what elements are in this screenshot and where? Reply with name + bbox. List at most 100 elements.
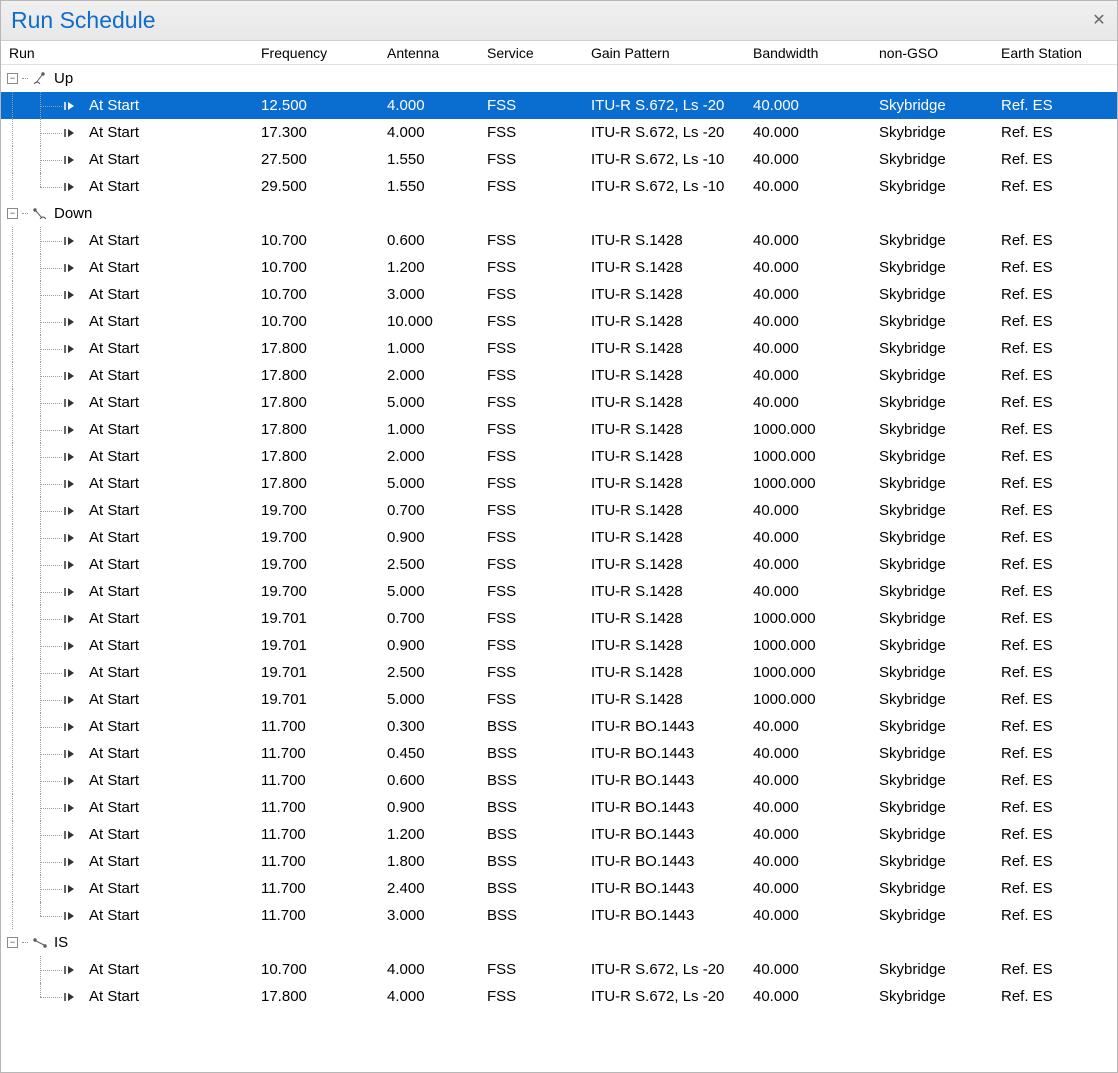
table-row[interactable]: At Start11.7000.600BSSITU-R BO.144340.00… (1, 767, 1117, 794)
cell-gain: ITU-R BO.1443 (587, 718, 749, 735)
close-icon[interactable]: ✕ (1089, 11, 1109, 31)
cell-antenna: 4.000 (383, 124, 483, 141)
cell-es: Ref. ES (997, 718, 1113, 735)
cell-gain: ITU-R BO.1443 (587, 853, 749, 870)
cell-bandwidth: 40.000 (749, 772, 875, 789)
cell-service: BSS (483, 907, 587, 924)
header-service[interactable]: Service (483, 45, 587, 61)
cell-bandwidth: 40.000 (749, 124, 875, 141)
cell-service: FSS (483, 394, 587, 411)
cell-antenna: 0.900 (383, 529, 483, 546)
header-bandwidth[interactable]: Bandwidth (749, 45, 875, 61)
table-row[interactable]: At Start10.7004.000FSSITU-R S.672, Ls -2… (1, 956, 1117, 983)
expander-icon[interactable]: − (7, 73, 18, 84)
table-row[interactable]: At Start19.7010.900FSSITU-R S.14281000.0… (1, 632, 1117, 659)
cell-es: Ref. ES (997, 745, 1113, 762)
table-row[interactable]: At Start17.8005.000FSSITU-R S.142840.000… (1, 389, 1117, 416)
cell-es: Ref. ES (997, 880, 1113, 897)
cell-ngso: Skybridge (875, 529, 997, 546)
cell-bandwidth: 40.000 (749, 529, 875, 546)
tree-group[interactable]: − Down (1, 200, 1117, 227)
table-row[interactable]: At Start29.5001.550FSSITU-R S.672, Ls -1… (1, 173, 1117, 200)
header-gain[interactable]: Gain Pattern (587, 45, 749, 61)
table-row[interactable]: At Start17.8001.000FSSITU-R S.14281000.0… (1, 416, 1117, 443)
cell-frequency: 27.500 (257, 151, 383, 168)
table-row[interactable]: At Start17.8004.000FSSITU-R S.672, Ls -2… (1, 983, 1117, 1010)
cell-antenna: 5.000 (383, 691, 483, 708)
cell-service: FSS (483, 637, 587, 654)
cell-antenna: 1.550 (383, 151, 483, 168)
table-row[interactable]: At Start19.7002.500FSSITU-R S.142840.000… (1, 551, 1117, 578)
table-row[interactable]: At Start17.8001.000FSSITU-R S.142840.000… (1, 335, 1117, 362)
cell-gain: ITU-R BO.1443 (587, 907, 749, 924)
cell-antenna: 0.900 (383, 799, 483, 816)
cell-frequency: 11.700 (257, 772, 383, 789)
table-row[interactable]: At Start11.7001.200BSSITU-R BO.144340.00… (1, 821, 1117, 848)
table-row[interactable]: At Start11.7000.300BSSITU-R BO.144340.00… (1, 713, 1117, 740)
cell-es: Ref. ES (997, 286, 1113, 303)
table-row[interactable]: At Start11.7000.450BSSITU-R BO.144340.00… (1, 740, 1117, 767)
table-row[interactable]: At Start17.8002.000FSSITU-R S.142840.000… (1, 362, 1117, 389)
cell-bandwidth: 40.000 (749, 745, 875, 762)
cell-gain: ITU-R S.1428 (587, 286, 749, 303)
cell-run: At Start (87, 718, 139, 735)
cell-frequency: 10.700 (257, 232, 383, 249)
table-row[interactable]: At Start19.7005.000FSSITU-R S.142840.000… (1, 578, 1117, 605)
table-row[interactable]: At Start19.7000.900FSSITU-R S.142840.000… (1, 524, 1117, 551)
table-row[interactable]: At Start17.3004.000FSSITU-R S.672, Ls -2… (1, 119, 1117, 146)
table-row[interactable]: At Start19.7000.700FSSITU-R S.142840.000… (1, 497, 1117, 524)
table-row[interactable]: At Start19.7010.700FSSITU-R S.14281000.0… (1, 605, 1117, 632)
cell-frequency: 10.700 (257, 313, 383, 330)
cell-ngso: Skybridge (875, 826, 997, 843)
table-row[interactable]: At Start11.7001.800BSSITU-R BO.144340.00… (1, 848, 1117, 875)
cell-antenna: 1.800 (383, 853, 483, 870)
table-row[interactable]: At Start11.7002.400BSSITU-R BO.144340.00… (1, 875, 1117, 902)
cell-service: FSS (483, 475, 587, 492)
header-frequency[interactable]: Frequency (257, 45, 383, 61)
cell-antenna: 0.700 (383, 502, 483, 519)
cell-gain: ITU-R S.1428 (587, 367, 749, 384)
group-label: Down (50, 205, 92, 222)
header-es[interactable]: Earth Station (997, 45, 1113, 61)
header-ngso[interactable]: non-GSO (875, 45, 997, 61)
cell-bandwidth: 40.000 (749, 961, 875, 978)
table-row[interactable]: At Start10.7003.000FSSITU-R S.142840.000… (1, 281, 1117, 308)
cell-bandwidth: 1000.000 (749, 475, 875, 492)
table-row[interactable]: At Start19.7012.500FSSITU-R S.14281000.0… (1, 659, 1117, 686)
run-start-icon (63, 235, 81, 247)
run-start-icon (63, 613, 81, 625)
cell-service: BSS (483, 745, 587, 762)
cell-es: Ref. ES (997, 367, 1113, 384)
run-start-icon (63, 127, 81, 139)
table-row[interactable]: At Start17.8005.000FSSITU-R S.14281000.0… (1, 470, 1117, 497)
run-start-icon (63, 100, 81, 112)
table-row[interactable]: At Start10.7000.600FSSITU-R S.142840.000… (1, 227, 1117, 254)
header-antenna[interactable]: Antenna (383, 45, 483, 61)
run-start-icon (63, 154, 81, 166)
run-start-icon (63, 910, 81, 922)
cell-ngso: Skybridge (875, 421, 997, 438)
table-row[interactable]: At Start11.7000.900BSSITU-R BO.144340.00… (1, 794, 1117, 821)
cell-gain: ITU-R BO.1443 (587, 799, 749, 816)
header-run[interactable]: Run (1, 45, 257, 61)
cell-run: At Start (87, 502, 139, 519)
expander-icon[interactable]: − (7, 208, 18, 219)
cell-bandwidth: 40.000 (749, 340, 875, 357)
cell-service: FSS (483, 421, 587, 438)
table-row[interactable]: At Start12.5004.000FSSITU-R S.672, Ls -2… (1, 92, 1117, 119)
cell-es: Ref. ES (997, 124, 1113, 141)
cell-gain: ITU-R S.1428 (587, 691, 749, 708)
tree-group[interactable]: −Up (1, 65, 1117, 92)
cell-frequency: 19.701 (257, 691, 383, 708)
table-row[interactable]: At Start10.7001.200FSSITU-R S.142840.000… (1, 254, 1117, 281)
table-row[interactable]: At Start27.5001.550FSSITU-R S.672, Ls -1… (1, 146, 1117, 173)
table-row[interactable]: At Start17.8002.000FSSITU-R S.14281000.0… (1, 443, 1117, 470)
cell-gain: ITU-R S.1428 (587, 313, 749, 330)
tree-group[interactable]: −IS (1, 929, 1117, 956)
expander-icon[interactable]: − (7, 937, 18, 948)
cell-service: BSS (483, 853, 587, 870)
cell-frequency: 19.700 (257, 529, 383, 546)
table-row[interactable]: At Start11.7003.000BSSITU-R BO.144340.00… (1, 902, 1117, 929)
table-row[interactable]: At Start19.7015.000FSSITU-R S.14281000.0… (1, 686, 1117, 713)
table-row[interactable]: At Start10.70010.000FSSITU-R S.142840.00… (1, 308, 1117, 335)
